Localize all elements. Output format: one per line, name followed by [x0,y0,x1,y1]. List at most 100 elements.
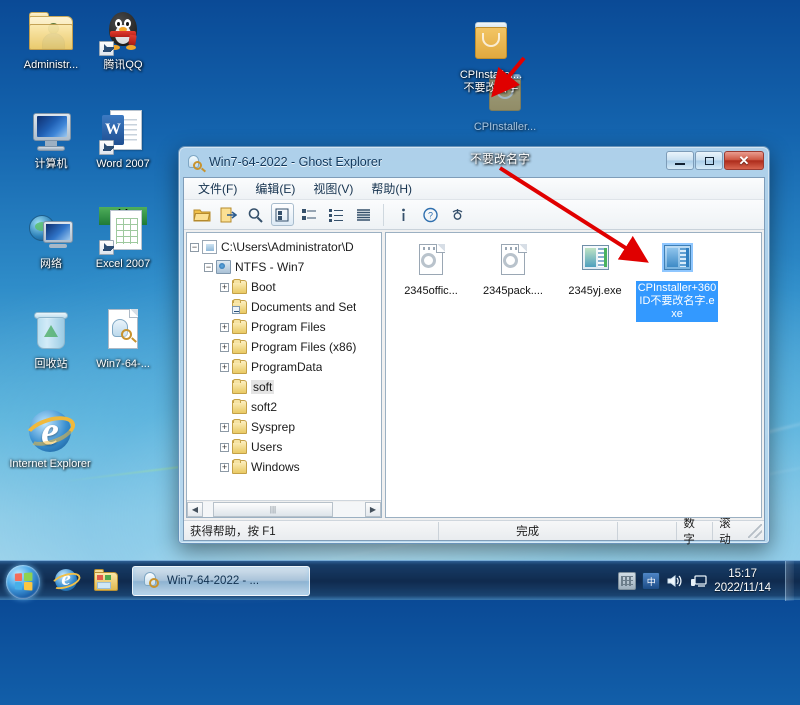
menu-edit[interactable]: 编辑(E) [246,178,304,199]
scroll-right-icon[interactable]: ▶ [365,502,381,517]
annotation-note-text: 不要改名字 [440,152,560,166]
expand-toggle[interactable]: + [220,423,229,432]
network-icon[interactable] [690,572,708,590]
desktop-icon-label: Win7-64-... [80,358,166,371]
status-num-lock: 数字 [677,522,713,540]
drive-icon [216,260,231,274]
tree-item-ntfs-win7[interactable]: − NTFS - Win7 [190,257,381,277]
details-view-icon[interactable] [352,203,375,226]
tree-horizontal-scrollbar[interactable]: ◀ ||| ▶ [187,500,381,517]
tree-item-program-files[interactable]: + Program Files [190,317,381,337]
menu-view[interactable]: 视图(V) [304,178,362,199]
desktop-icon-win7-64-image[interactable]: Win7-64-... [80,307,166,371]
folder-icon [232,360,247,374]
tree-item-label: C:\Users\Administrator\D [221,240,354,254]
system-tray[interactable]: 中 15:17 2022/11/14 [618,561,800,601]
tree-item-soft2[interactable]: soft2 [190,397,381,417]
tree-item-soft[interactable]: soft [190,377,381,397]
maximize-button[interactable] [695,151,723,170]
tree-item-label: Sysprep [251,420,295,434]
taskbar[interactable]: Win7-64-2022 - ... 中 15:17 2022/11/14 [0,560,800,600]
collapse-toggle[interactable]: − [204,263,213,272]
small-icons-icon[interactable] [298,203,321,226]
expand-toggle[interactable]: + [220,323,229,332]
exe-file-icon [578,243,612,279]
ghost-explorer-window[interactable]: Win7-64-2022 - Ghost Explorer ✕ 文件(F) 编辑… [178,146,770,544]
menu-bar[interactable]: 文件(F) 编辑(E) 视图(V) 帮助(H) [184,178,764,200]
large-icons-icon[interactable] [271,203,294,226]
resize-grip-icon[interactable] [748,524,762,538]
file-list-pane[interactable]: 2345offic... 2345pack.... 2345yj.exe [385,232,762,518]
menu-file[interactable]: 文件(F) [189,178,246,199]
scrollbar-track[interactable]: ||| [203,502,365,517]
about-icon[interactable] [446,203,469,226]
info-icon[interactable] [392,203,415,226]
word-icon: W [99,107,147,155]
desktop-icon-label: Word 2007 [80,158,166,171]
show-desktop-button[interactable] [785,561,794,601]
expand-toggle[interactable]: + [220,443,229,452]
volume-icon[interactable] [666,572,684,590]
drag-ghost-label: CPInstaller... [462,121,548,134]
tree-scroll-area[interactable]: − C:\Users\Administrator\D − NTFS - Win7… [187,233,381,500]
ghost-explorer-icon [187,155,204,172]
quicklaunch-windows-explorer[interactable] [86,563,126,599]
close-button[interactable]: ✕ [724,151,764,170]
network-icon [27,207,75,255]
desktop-icon-label: 腾讯QQ [80,59,166,72]
quicklaunch-internet-explorer[interactable] [46,563,86,599]
panes: − C:\Users\Administrator\D − NTFS - Win7… [184,230,764,520]
scrollbar-thumb[interactable]: ||| [213,502,333,517]
tree-pane[interactable]: − C:\Users\Administrator\D − NTFS - Win7… [186,232,382,518]
tree-item-windows[interactable]: + Windows [190,457,381,477]
windows-logo-icon [15,572,33,590]
minimize-button[interactable] [666,151,694,170]
list-view-icon[interactable] [325,203,348,226]
toolbar[interactable]: ? [184,200,764,230]
collapse-toggle[interactable]: − [190,243,199,252]
file-item[interactable]: 2345pack.... [472,243,554,299]
status-help-hint: 获得帮助，按 F1 [184,522,439,540]
search-icon[interactable] [244,203,267,226]
tree-item-sysprep[interactable]: + Sysprep [190,417,381,437]
open-folder-icon[interactable] [190,203,213,226]
tree-item-program-files-x86[interactable]: + Program Files (x86) [190,337,381,357]
desktop-icon-cpinstaller[interactable]: CPInstaller... 不要改名字 [445,18,537,95]
start-button[interactable] [2,563,46,599]
window-buttons[interactable]: ✕ [666,151,764,170]
taskbar-button-ghost-explorer[interactable]: Win7-64-2022 - ... [132,566,310,596]
help-icon[interactable]: ? [419,203,442,226]
folder-icon [232,380,247,394]
expand-toggle[interactable]: + [220,463,229,472]
clock[interactable]: 15:17 2022/11/14 [714,567,779,595]
file-item[interactable]: 2345yj.exe [554,243,636,299]
file-item[interactable]: 2345offic... [390,243,472,299]
tree-item-label: ProgramData [251,360,322,374]
desktop-icon-word-2007[interactable]: W Word 2007 [80,107,166,171]
file-item-selected[interactable]: CPInstaller+360ID不要改名字.exe [636,243,718,322]
tree-item-users[interactable]: + Users [190,437,381,457]
desktop-icon-label: Internet Explorer [4,458,96,471]
desktop-icon-excel-2007[interactable]: X Excel 2007 [80,207,166,271]
tree-item-documents-and-settings[interactable]: Documents and Set [190,297,381,317]
internet-explorer-icon [53,568,79,594]
menu-help[interactable]: 帮助(H) [362,178,421,199]
expand-toggle[interactable]: + [220,343,229,352]
desktop-icon-label-line1: CPInstaller... [445,69,537,82]
internet-explorer-icon [26,407,74,455]
extract-icon[interactable] [217,203,240,226]
expand-toggle[interactable]: + [220,283,229,292]
desktop-icon-tencent-qq[interactable]: 腾讯QQ [80,8,166,72]
tree-item-programdata[interactable]: + ProgramData [190,357,381,377]
tree-item-boot[interactable]: + Boot [190,277,381,297]
desktop-icon-internet-explorer[interactable]: Internet Explorer [4,407,96,471]
keyboard-icon[interactable] [618,572,636,590]
tree-item-image-root[interactable]: − C:\Users\Administrator\D [190,237,381,257]
folder-explorer-icon [93,569,119,593]
svg-text:?: ? [428,210,433,220]
ime-icon[interactable]: 中 [642,572,660,590]
ghost-explorer-icon [143,572,161,590]
expand-toggle[interactable]: + [220,363,229,372]
file-name: CPInstaller+360ID不要改名字.exe [636,281,718,322]
scroll-left-icon[interactable]: ◀ [187,502,203,517]
